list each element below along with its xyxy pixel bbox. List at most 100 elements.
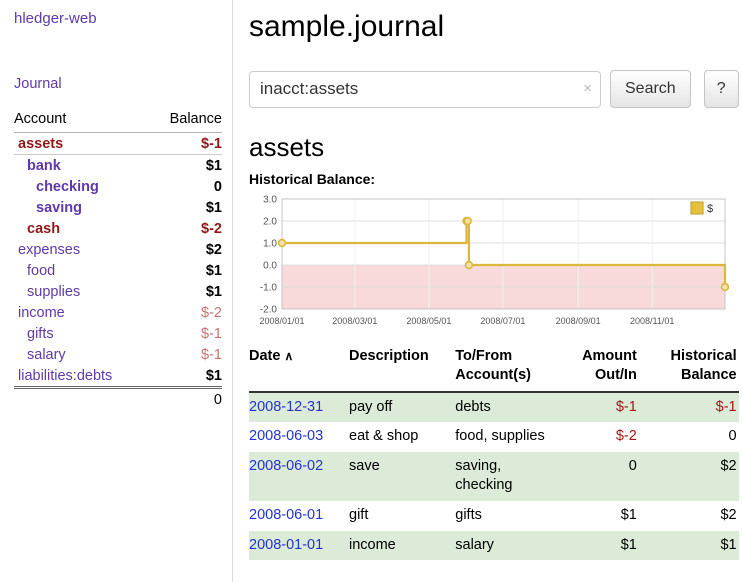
transaction-accounts: gifts [455,501,559,531]
transaction-description: income [349,531,455,561]
svg-text:2008/07/01: 2008/07/01 [480,316,525,326]
svg-text:2008/11/01: 2008/11/01 [630,316,674,326]
account-row: saving $1 [14,197,222,218]
account-link-checking[interactable]: checking [36,179,99,195]
accounts-header-row: Account Balance [14,108,222,133]
transaction-row: 2008-12-31pay offdebts$-1$-1 [249,392,739,423]
account-balance: $-2 [150,302,222,323]
search-form: × Search ? [249,70,739,108]
transaction-date-link[interactable]: 2008-06-01 [249,507,323,523]
transaction-row: 2008-06-02savesaving, checking0$2 [249,452,739,501]
clear-search-icon[interactable]: × [583,80,592,97]
balance-chart: 3.02.01.00.0-1.0-2.02008/01/012008/03/01… [249,191,733,333]
transaction-description: pay off [349,392,455,423]
help-button[interactable]: ? [704,70,739,108]
transaction-amount: $1 [559,531,644,561]
svg-text:$: $ [707,203,713,215]
transaction-row: 2008-06-03 eat & shopfood, supplies$-20 [249,422,739,452]
transaction-amount: $-1 [559,392,644,423]
transaction-date-cell: 2008-06-03 [249,422,349,452]
main-content: sample.journal × Search ? assets Histori… [233,0,742,582]
account-row: cash $-2 [14,218,222,239]
svg-text:2008/05/01: 2008/05/01 [406,316,451,326]
svg-text:2.0: 2.0 [263,217,277,228]
account-balance: $1 [150,260,222,281]
transaction-date-cell: 2008-12-31 [249,392,349,423]
account-row: liabilities:debts $1 [14,365,222,388]
app-title-link[interactable]: hledger-web [14,10,222,27]
svg-text:1.0: 1.0 [263,239,277,250]
account-link-expenses[interactable]: expenses [18,242,80,258]
account-balance: $2 [150,239,222,260]
chart-title: Historical Balance: [249,171,739,187]
transaction-accounts: salary [455,531,559,561]
transaction-date-link[interactable]: 2008-06-03 [249,428,323,444]
account-balance: $-2 [150,218,222,239]
register-header-balance: Historical Balance [645,345,739,392]
svg-text:2008/01/01: 2008/01/01 [259,316,304,326]
transaction-description: gift [349,501,455,531]
account-balance: $-1 [150,344,222,365]
accounts-total-row: 0 [14,388,222,411]
register-header-date[interactable]: Date ∧ [249,345,349,392]
date-header-label: Date [249,348,280,364]
transaction-date-cell: 2008-01-01 [249,531,349,561]
svg-text:2008/09/01: 2008/09/01 [556,316,601,326]
account-link-cash[interactable]: cash [27,221,60,237]
account-link-gifts[interactable]: gifts [27,326,54,342]
hledger-web-app: hledger-web Journal Account Balance asse… [0,0,742,582]
transaction-date-cell: 2008-06-01 [249,501,349,531]
account-link-food[interactable]: food [27,263,55,279]
transaction-date-link[interactable]: 2008-06-02 [249,458,323,474]
search-button[interactable]: Search [610,70,691,108]
account-balance: $1 [150,281,222,302]
transaction-date-link[interactable]: 2008-01-01 [249,537,323,553]
account-link-bank[interactable]: bank [27,158,61,174]
register-header-row: Date ∧ Description To/From Account(s) Am… [249,345,739,392]
account-balance: $1 [150,197,222,218]
account-link-supplies[interactable]: supplies [27,284,80,300]
account-row: supplies $1 [14,281,222,302]
account-row: food $1 [14,260,222,281]
svg-text:3.0: 3.0 [263,195,277,206]
svg-text:-1.0: -1.0 [260,283,278,294]
transaction-date-cell: 2008-06-02 [249,452,349,501]
transaction-accounts: saving, checking [455,452,559,501]
account-balance: $1 [150,155,222,177]
account-row: assets $-1 [14,133,222,155]
transaction-balance: $-1 [645,392,739,423]
page-title: sample.journal [249,10,739,44]
account-link-liabilities-debts[interactable]: liabilities:debts [18,368,112,384]
account-balance: $-1 [150,133,222,155]
transaction-amount: 0 [559,452,644,501]
accounts-table: Account Balance assets $-1 bank $1 checking 0… [14,108,222,411]
account-link-assets[interactable]: assets [18,136,63,152]
search-box: × [249,71,601,108]
account-row: bank $1 [14,155,222,177]
transaction-accounts: food, supplies [455,422,559,452]
sidebar-item-journal[interactable]: Journal [14,76,222,92]
account-balance: $1 [150,365,222,388]
register-header-accounts: To/From Account(s) [455,345,559,392]
transaction-accounts: debts [455,392,559,423]
account-heading: assets [249,132,739,163]
transaction-date-link[interactable]: 2008-12-31 [249,399,323,415]
transaction-description: eat & shop [349,422,455,452]
account-row: income $-2 [14,302,222,323]
account-link-salary[interactable]: salary [27,347,66,363]
transaction-balance: 0 [645,422,739,452]
transaction-amount: $-2 [559,422,644,452]
search-input[interactable] [249,71,601,108]
account-link-income[interactable]: income [18,305,65,321]
account-balance: 0 [150,176,222,197]
account-link-saving[interactable]: saving [36,200,82,216]
register-header-amount: Amount Out/In [559,345,644,392]
sidebar: hledger-web Journal Account Balance asse… [0,0,233,582]
accounts-header-balance: Balance [150,108,222,133]
transaction-row: 2008-01-01incomesalary$1$1 [249,531,739,561]
sort-ascending-icon: ∧ [284,349,293,363]
account-balance: $-1 [150,323,222,344]
accounts-header-account: Account [14,108,150,133]
account-row: expenses $2 [14,239,222,260]
svg-text:-2.0: -2.0 [260,305,278,316]
